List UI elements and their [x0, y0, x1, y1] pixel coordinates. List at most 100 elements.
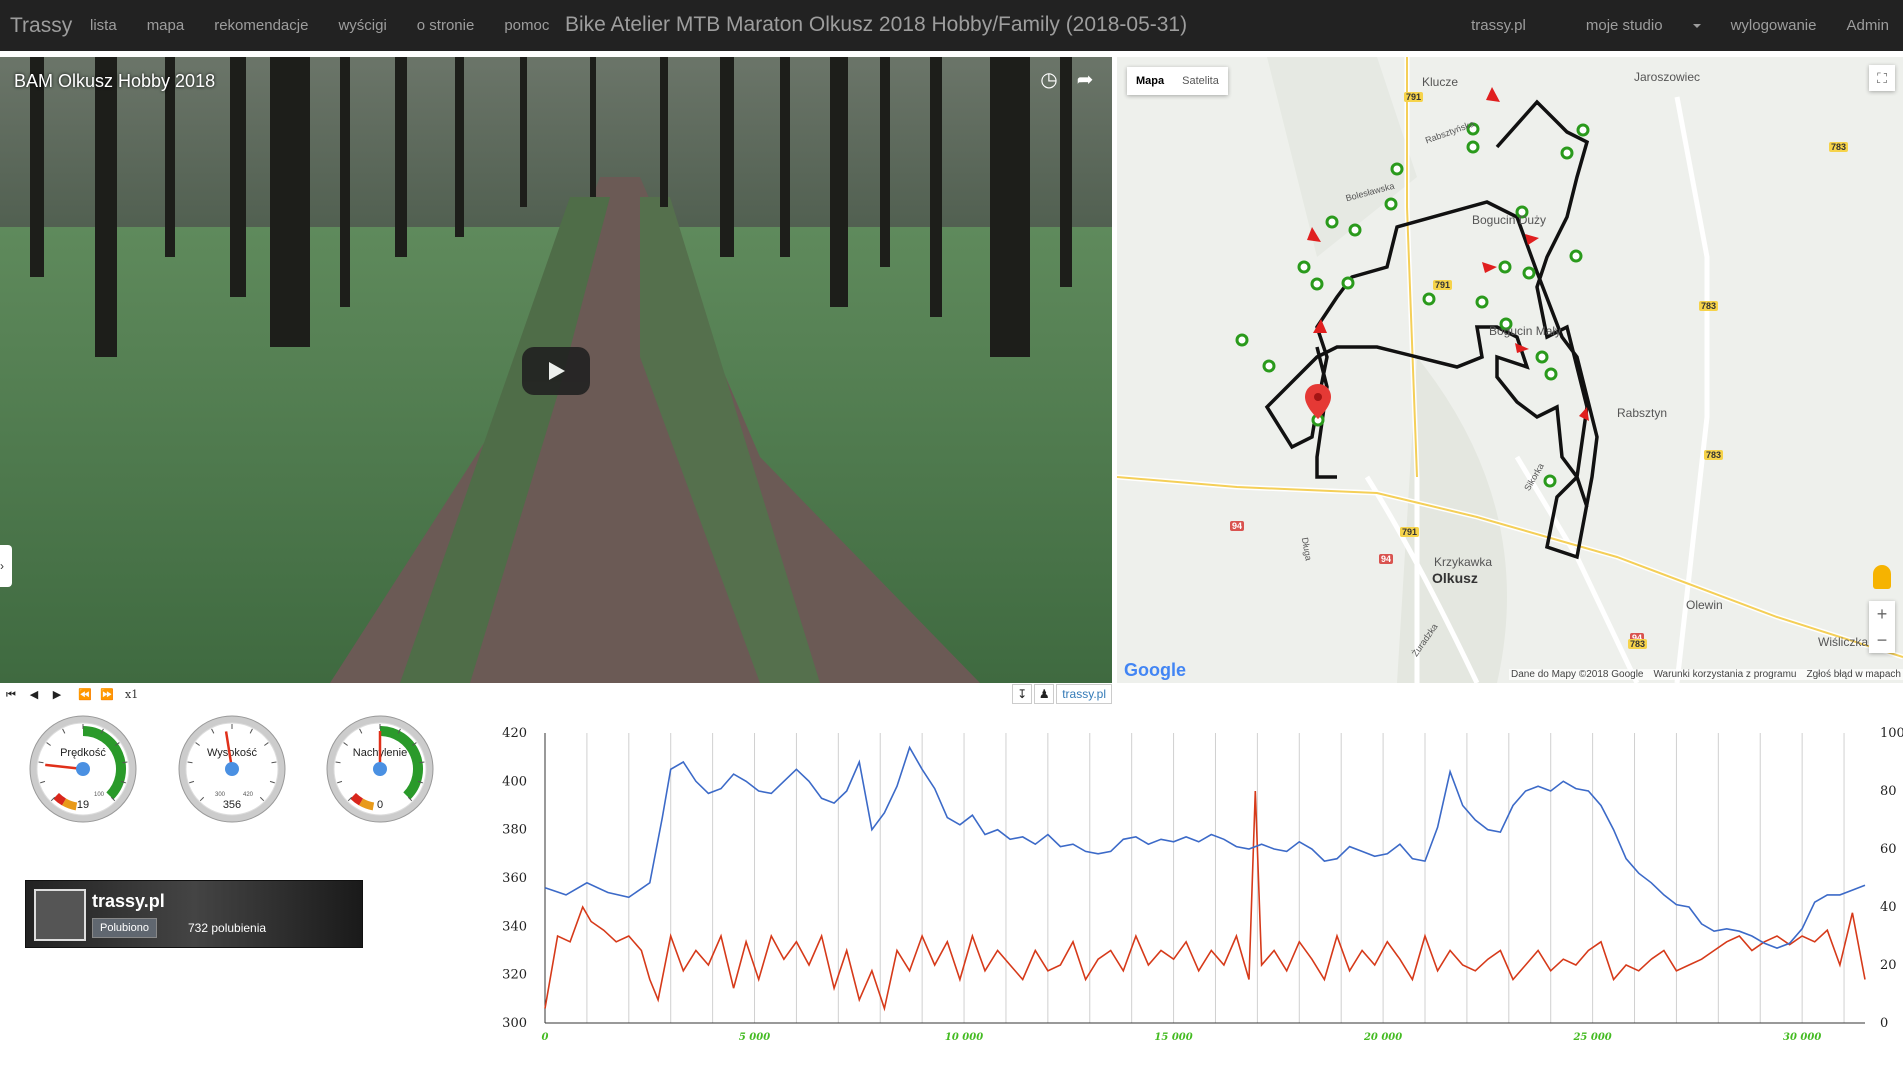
map-report-link[interactable]: Zgłoś błąd w mapach	[1807, 669, 1902, 680]
y2-tick-label: 80	[1880, 784, 1897, 799]
nav-menu: lista mapa rekomendacje wyścigi o stroni…	[90, 17, 579, 34]
nav-item-trassy[interactable]: trassy.pl	[1471, 17, 1526, 34]
x-tick-label: 5 000	[739, 1032, 770, 1043]
facebook-widget: trassy.pl Polubiono 732 polubienia	[25, 880, 363, 948]
page-thumbnail[interactable]	[34, 889, 86, 941]
gauge-red-zone	[350, 792, 364, 806]
nav-item-mapa[interactable]: mapa	[147, 17, 185, 34]
first-icon[interactable]: ⏮	[2, 686, 20, 704]
gauge-max-label: 420	[243, 792, 254, 798]
map[interactable]: Mapa Satelita ⛶ Klucze Jaroszowiec Boguc…	[1117, 57, 1903, 683]
gauge-label: Wysokość	[207, 747, 258, 759]
zoom-in-button[interactable]: +	[1869, 601, 1895, 627]
next-frame-icon[interactable]: ▶	[48, 686, 66, 704]
y-tick-label: 300	[502, 1016, 527, 1031]
brand-link[interactable]: Trassy	[10, 14, 72, 38]
gauge-hub	[225, 762, 239, 776]
video-player[interactable]: BAM Olkusz Hobby 2018 ◷ ➦ ›	[0, 57, 1112, 683]
like-count: 732 polubienia	[188, 921, 267, 935]
y-tick-label: 400	[502, 774, 527, 789]
player-actions: ↧ ♟ trassy.pl	[1012, 684, 1112, 704]
caret-down-icon	[1692, 24, 1701, 29]
y-tick-label: 360	[502, 871, 527, 886]
video-title: BAM Olkusz Hobby 2018	[14, 71, 216, 91]
map-type-mapa[interactable]: Mapa	[1127, 67, 1173, 95]
x-tick-label: 10 000	[945, 1032, 983, 1043]
gauge-label: Prędkość	[60, 747, 106, 759]
google-logo: Google	[1124, 660, 1186, 680]
chart-svg: 300 320 340 360 380 400 420 0 20 40 60 80 100 0 5 000 1…	[502, 726, 1903, 1043]
fast-forward-icon[interactable]: ⏩	[98, 686, 116, 704]
map-terms-link[interactable]: Warunki korzystania z programu	[1653, 669, 1796, 680]
nav-item-o-stronie[interactable]: o stronie	[417, 17, 475, 34]
gauge-altitude: Wysokość 356 300 420	[177, 714, 287, 824]
profile-chart: 300 320 340 360 380 400 420 0 20 40 60 80 100 0 5 000 1…	[480, 712, 1903, 1067]
share-icon[interactable]: ➦	[1074, 69, 1096, 91]
trassy-link[interactable]: trassy.pl	[1056, 684, 1112, 704]
fullscreen-icon[interactable]: ⛶	[1869, 65, 1895, 91]
zoom-out-button[interactable]: −	[1869, 627, 1895, 653]
place-label: Wiśliczka	[1818, 635, 1868, 649]
road-badge: 94	[1379, 554, 1394, 564]
gauge-dial: Wysokość 356300 420	[178, 715, 286, 823]
y2-tick-label: 0	[1880, 1016, 1888, 1031]
gauge-value: 0	[377, 799, 383, 811]
place-label: Bogucin Duży	[1472, 213, 1547, 227]
speed-indicator[interactable]: x1	[125, 688, 138, 701]
gauge-min-label: 300	[215, 792, 226, 798]
map-canvas	[1117, 57, 1903, 683]
nav-item-rekomendacje[interactable]: rekomendacje	[214, 17, 308, 34]
nav-item-moje-studio[interactable]: moje studio	[1556, 17, 1701, 34]
video-actions: ◷ ➦	[1038, 69, 1096, 91]
series-speed-line	[544, 790, 1866, 1012]
prev-frame-icon[interactable]: ◀	[25, 686, 43, 704]
gauge-value: 356	[223, 799, 241, 811]
y-tick-label: 320	[502, 968, 527, 983]
nav-right-menu: trassy.pl moje studio wylogowanie Admin	[1441, 17, 1889, 34]
gauge-orange-zone	[62, 798, 78, 811]
like-button[interactable]: Polubiono	[92, 918, 157, 938]
road-badge: 791	[1433, 280, 1453, 290]
road-badge: 783	[1704, 450, 1724, 460]
nav-item-wylogowanie[interactable]: wylogowanie	[1731, 17, 1817, 34]
play-icon[interactable]	[522, 347, 590, 395]
map-attribution: Dane do Mapy ©2018 Google	[1511, 669, 1644, 680]
gauge-orange-zone	[359, 798, 375, 811]
user-icon[interactable]: ♟	[1034, 684, 1055, 704]
clock-icon[interactable]: ◷	[1038, 69, 1060, 91]
place-label: Olkusz	[1432, 570, 1478, 586]
nav-item-lista[interactable]: lista	[90, 17, 117, 34]
y-tick-label: 340	[502, 919, 527, 934]
y2-tick-label: 100	[1880, 726, 1903, 741]
road-badge: 94	[1230, 521, 1245, 531]
place-label: Olewin	[1686, 598, 1723, 612]
fb-page-name[interactable]: trassy.pl	[92, 891, 165, 912]
place-label: Klucze	[1422, 75, 1459, 89]
nav-item-pomoc[interactable]: pomoc	[504, 17, 549, 34]
y2-tick-label: 60	[1880, 842, 1897, 857]
nav-item-wyscigi[interactable]: wyścigi	[338, 17, 386, 34]
moje-studio-label: moje studio	[1585, 17, 1663, 34]
x-tick-label: 15 000	[1154, 1032, 1192, 1043]
download-icon[interactable]: ↧	[1012, 684, 1033, 704]
gauge-speed: Prędkość 19 100	[28, 714, 138, 824]
gauge-slope: Nachylenie0	[325, 714, 435, 824]
y-tick-label: 420	[502, 726, 527, 741]
x-tick-label: 20 000	[1363, 1032, 1402, 1043]
x-tick-label: 25 000	[1572, 1032, 1611, 1043]
chevron-right-icon[interactable]: ›	[0, 545, 12, 587]
pegman-icon[interactable]	[1873, 565, 1891, 589]
place-label: Jaroszowiec	[1634, 70, 1701, 84]
gauge-dial: Prędkość 19 100	[29, 715, 137, 823]
map-type-satelita[interactable]: Satelita	[1173, 67, 1228, 95]
page-title: Bike Atelier MTB Maraton Olkusz 2018 Hob…	[565, 13, 1188, 36]
map-footer: Dane do Mapy ©2018 Google Warunki korzys…	[1509, 669, 1903, 680]
navbar: Trassy lista mapa rekomendacje wyścigi o…	[0, 0, 1903, 51]
road-badge: 783	[1628, 639, 1648, 649]
nav-item-admin[interactable]: Admin	[1846, 17, 1889, 34]
gauge-dial: Nachylenie0	[326, 715, 434, 823]
gauge-max-label: 100	[94, 792, 105, 798]
gauge-hub	[76, 762, 90, 776]
series-elevation-line	[544, 745, 1866, 949]
rewind-icon[interactable]: ⏪	[76, 686, 94, 704]
